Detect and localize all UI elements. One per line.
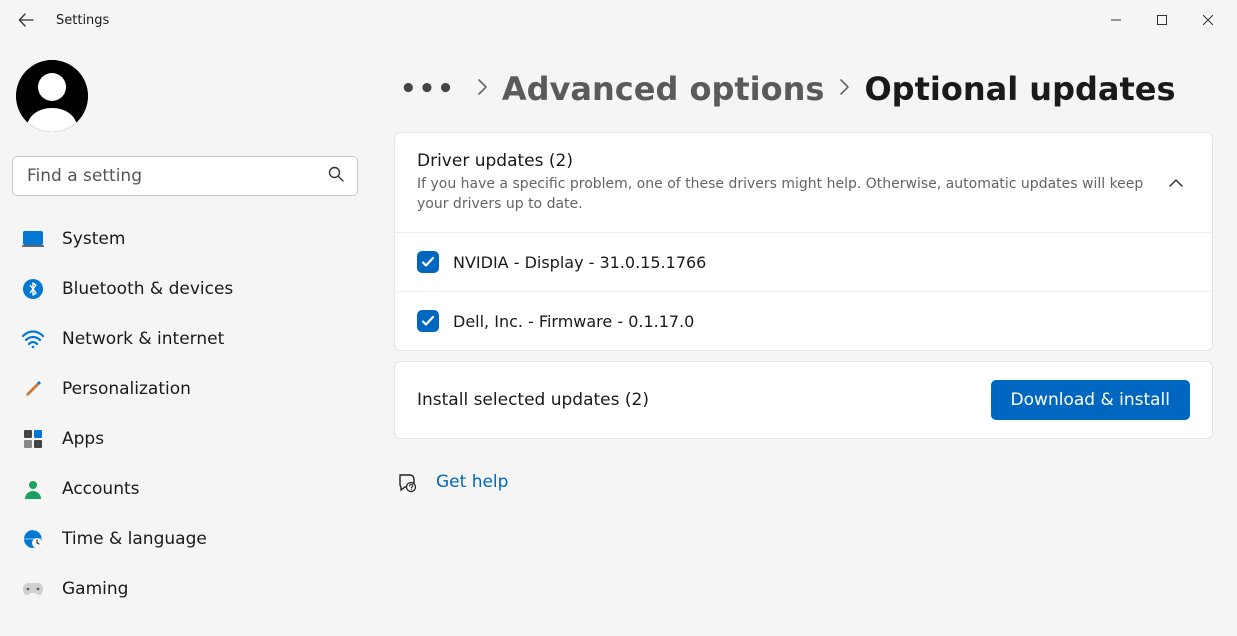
driver-updates-subtitle: If you have a specific problem, one of t…: [417, 175, 1152, 214]
sidebar-item-label: Gaming: [62, 579, 128, 599]
search-input[interactable]: [12, 156, 358, 196]
sidebar-item-label: Personalization: [62, 379, 191, 399]
sidebar-item-time-language[interactable]: Time & language: [12, 514, 358, 564]
sidebar-item-bluetooth[interactable]: Bluetooth & devices: [12, 264, 358, 314]
install-selected-text: Install selected updates (2): [417, 390, 649, 410]
avatar: [16, 60, 88, 132]
sidebar-item-gaming[interactable]: Gaming: [12, 564, 358, 614]
breadcrumb-parent-link[interactable]: Advanced options: [502, 70, 825, 108]
sidebar-item-apps[interactable]: Apps: [12, 414, 358, 464]
driver-item[interactable]: Dell, Inc. - Firmware - 0.1.17.0: [395, 291, 1212, 350]
breadcrumb: ••• Advanced options Optional updates: [394, 70, 1213, 108]
gamepad-icon: [22, 578, 44, 600]
main-content: ••• Advanced options Optional updates Dr…: [370, 40, 1237, 636]
globe-clock-icon: [22, 528, 44, 550]
page-title: Optional updates: [864, 70, 1175, 108]
download-install-button[interactable]: Download & install: [991, 380, 1190, 420]
search-box: [12, 156, 358, 196]
driver-checkbox[interactable]: [417, 310, 439, 332]
close-button[interactable]: [1185, 5, 1231, 35]
sidebar-item-network[interactable]: Network & internet: [12, 314, 358, 364]
help-row: Get help: [394, 471, 1213, 493]
driver-item[interactable]: NVIDIA - Display - 31.0.15.1766: [395, 232, 1212, 291]
minimize-button[interactable]: [1093, 5, 1139, 35]
driver-item-label: NVIDIA - Display - 31.0.15.1766: [453, 253, 706, 272]
sidebar: System Bluetooth & devices Network & int…: [0, 40, 370, 636]
help-icon: [396, 471, 418, 493]
maximize-icon: [1157, 15, 1167, 25]
chevron-right-icon: [476, 78, 488, 100]
chevron-up-icon: [1168, 178, 1184, 188]
sidebar-item-label: System: [62, 229, 125, 249]
user-card[interactable]: [12, 54, 358, 150]
search-icon[interactable]: [328, 166, 344, 186]
driver-updates-header[interactable]: Driver updates (2) If you have a specifi…: [395, 133, 1212, 232]
maximize-button[interactable]: [1139, 5, 1185, 35]
title-bar: Settings: [0, 0, 1237, 40]
window-title: Settings: [56, 13, 109, 28]
driver-item-label: Dell, Inc. - Firmware - 0.1.17.0: [453, 312, 694, 331]
sidebar-item-personalization[interactable]: Personalization: [12, 364, 358, 414]
breadcrumb-overflow-button[interactable]: •••: [394, 76, 462, 102]
arrow-left-icon: [18, 12, 34, 28]
get-help-link[interactable]: Get help: [436, 472, 508, 492]
sidebar-item-label: Time & language: [62, 529, 207, 549]
minimize-icon: [1111, 15, 1121, 25]
bluetooth-icon: [22, 278, 44, 300]
chevron-right-icon: [838, 78, 850, 100]
person-icon: [22, 478, 44, 500]
back-button[interactable]: [6, 0, 46, 40]
system-icon: [22, 228, 44, 250]
driver-checkbox[interactable]: [417, 251, 439, 273]
sidebar-item-label: Bluetooth & devices: [62, 279, 233, 299]
wifi-icon: [22, 328, 44, 350]
sidebar-item-label: Apps: [62, 429, 104, 449]
driver-updates-card: Driver updates (2) If you have a specifi…: [394, 132, 1213, 351]
install-card: Install selected updates (2) Download & …: [394, 361, 1213, 439]
sidebar-item-accounts[interactable]: Accounts: [12, 464, 358, 514]
driver-updates-title: Driver updates (2): [417, 151, 1152, 171]
sidebar-item-label: Accounts: [62, 479, 140, 499]
window-controls: [1093, 5, 1231, 35]
nav-list: System Bluetooth & devices Network & int…: [12, 214, 358, 614]
sidebar-item-label: Network & internet: [62, 329, 224, 349]
paintbrush-icon: [22, 378, 44, 400]
sidebar-item-system[interactable]: System: [12, 214, 358, 264]
apps-icon: [22, 428, 44, 450]
close-icon: [1203, 15, 1213, 25]
collapse-button[interactable]: [1160, 167, 1192, 199]
